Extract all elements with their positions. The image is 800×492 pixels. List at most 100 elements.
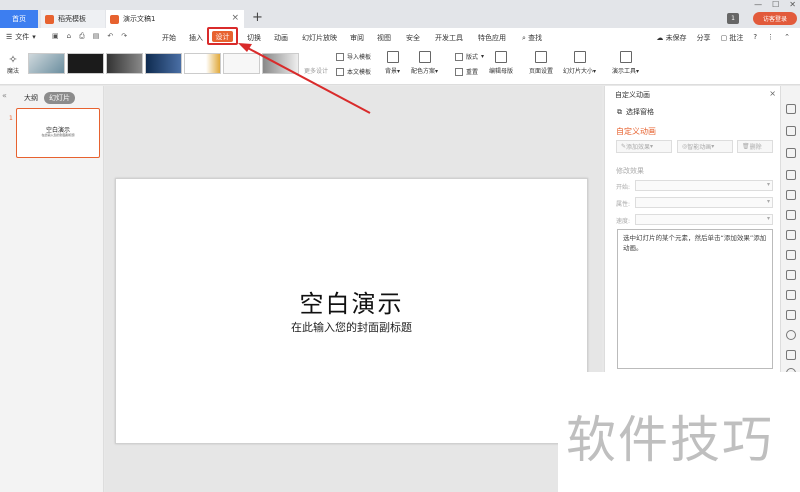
menu-start[interactable]: 开始 — [162, 33, 176, 43]
login-button[interactable]: 访客登录 — [753, 12, 797, 25]
delete-button[interactable]: 🗑 删除 — [737, 140, 773, 153]
print-preview-icon[interactable]: ▤ — [93, 32, 100, 41]
close-icon[interactable]: × — [231, 13, 239, 23]
menu-features[interactable]: 特色应用 — [478, 33, 506, 43]
new-tab-button[interactable]: + — [252, 10, 263, 25]
add-effect-button[interactable]: ✎ 添加效果 ▾ — [616, 140, 672, 153]
design-thumb[interactable] — [67, 53, 104, 74]
design-gallery — [28, 53, 299, 74]
design-thumb[interactable] — [223, 53, 260, 74]
window-controls: — ☐ ✕ — [754, 0, 796, 9]
import-template-button[interactable]: 导入模板 — [336, 52, 371, 61]
redo-icon[interactable]: ↷ — [121, 32, 127, 41]
slide[interactable]: 空白演示 在此输入您的封面副标题 — [115, 178, 588, 444]
circle-icon[interactable] — [786, 330, 796, 340]
select-pane-button[interactable]: ⧉ 选择窗格 — [617, 107, 654, 117]
slide-size-button[interactable]: 幻灯片大小▾ — [563, 51, 596, 75]
save-icon[interactable]: ▣ — [52, 32, 59, 41]
share-icon[interactable] — [786, 250, 796, 260]
file-menu[interactable]: ☰ 文件 ▾ — [6, 32, 36, 42]
tab-template-label: 稻壳模板 — [58, 15, 86, 23]
start-select[interactable] — [635, 180, 773, 191]
menu-animation[interactable]: 动画 — [274, 33, 288, 43]
tab-slides[interactable]: 幻灯片 — [44, 92, 75, 104]
design-thumb[interactable] — [106, 53, 143, 74]
layout-button[interactable]: 版式 ▾ — [455, 52, 484, 61]
color-scheme-button[interactable]: 配色方案▾ — [411, 51, 438, 75]
copy-icon[interactable] — [786, 126, 796, 136]
design-thumb[interactable] — [184, 53, 221, 74]
tab-outline[interactable]: 大纲 — [24, 93, 38, 103]
present-tools-button[interactable]: 演示工具▾ — [612, 51, 639, 75]
present-tools-label: 演示工具 — [612, 68, 637, 75]
star-icon[interactable] — [786, 104, 796, 114]
window-count-badge[interactable]: 1 — [727, 13, 739, 24]
ribbon: ✧ 魔法 更多设计 导入模板 本文模板 背景▾ 配色方案▾ 版式 ▾ 重置 编辑母… — [0, 47, 800, 85]
menu-view[interactable]: 视图 — [377, 33, 391, 43]
tab-home[interactable]: 首页 — [0, 10, 38, 28]
slide-thumbnail[interactable]: 空白演示 在此输入您的封面副标题 — [16, 108, 100, 158]
magic-wand-icon: ✧ — [8, 53, 18, 66]
menu-design[interactable]: 设计 — [212, 31, 233, 42]
help-icon[interactable]: ? — [753, 33, 757, 43]
adjust-icon[interactable] — [786, 210, 796, 220]
import-icon — [336, 52, 344, 61]
shape-icon[interactable] — [786, 148, 796, 158]
share-button[interactable]: 分享 — [697, 33, 711, 43]
list-icon[interactable] — [786, 290, 796, 300]
delete-label: 删除 — [749, 144, 762, 151]
unsaved-label: 未保存 — [665, 34, 687, 42]
reset-label: 重置 — [466, 69, 479, 76]
property-select[interactable] — [635, 197, 773, 208]
maximize-icon[interactable]: ☐ — [772, 0, 779, 9]
background-button[interactable]: 背景▾ — [385, 51, 400, 75]
comment-icon[interactable] — [786, 270, 796, 280]
menu-transition[interactable]: 切换 — [247, 33, 261, 43]
animation-list[interactable]: 选中幻灯片的某个元素，然后单击“添加效果”添加动画。 — [617, 229, 773, 369]
page-setup-button[interactable]: 页面设置 — [529, 51, 553, 75]
collapse-panel-icon[interactable]: « — [2, 91, 7, 100]
close-icon[interactable]: × — [769, 89, 776, 98]
close-window-icon[interactable]: ✕ — [789, 0, 796, 9]
tab-document[interactable]: 演示文稿1 × — [106, 10, 244, 28]
speed-select[interactable] — [635, 214, 773, 225]
page-setup-label: 页面设置 — [529, 68, 554, 75]
menu-slideshow[interactable]: 幻灯片放映 — [302, 33, 337, 43]
menu-insert[interactable]: 插入 — [189, 33, 203, 43]
history-icon[interactable] — [786, 350, 796, 360]
menu-developer[interactable]: 开发工具 — [435, 33, 463, 43]
unsaved-status[interactable]: ☁ 未保存 — [656, 33, 686, 43]
menu-find-label: 查找 — [528, 34, 543, 42]
more-design-button[interactable]: 更多设计 — [304, 66, 328, 75]
magic-button[interactable]: ✧ 魔法 — [4, 53, 22, 75]
design-thumb[interactable] — [28, 53, 65, 74]
menu-bar: ☰ 文件 ▾ ▣ ⌂ ⎙ ▤ ↶ ↷ 开始 插入 切换 动画 幻灯片放映 审阅 … — [0, 28, 800, 47]
design-thumb[interactable] — [262, 53, 299, 74]
watermark-text: 软件技巧 — [566, 411, 774, 469]
tab-home-label: 首页 — [12, 15, 26, 23]
slide-title[interactable]: 空白演示 — [116, 284, 587, 319]
tab-template[interactable]: 稻壳模板 — [41, 10, 105, 28]
minimize-icon[interactable]: — — [754, 0, 762, 9]
menu-review[interactable]: 审阅 — [350, 33, 364, 43]
audio-icon[interactable] — [786, 310, 796, 320]
edit-master-button[interactable]: 编辑母版 — [489, 51, 513, 75]
this-template-button[interactable]: 本文模板 — [336, 67, 371, 76]
comment-button[interactable]: ▢ 批注 — [721, 33, 744, 43]
more-icon[interactable]: ⋮ — [767, 33, 774, 43]
panel-title: 自定义动画 — [615, 91, 650, 99]
slide-subtitle[interactable]: 在此输入您的封面副标题 — [116, 319, 587, 335]
collapse-ribbon-icon[interactable]: ⌃ — [784, 33, 790, 43]
menu-security[interactable]: 安全 — [406, 33, 420, 43]
settings-icon[interactable] — [786, 170, 796, 180]
cut-icon[interactable] — [786, 230, 796, 240]
smart-animation-button[interactable]: ◎ 智能动画 ▾ — [677, 140, 733, 153]
reset-button[interactable]: 重置 — [455, 67, 478, 76]
print-icon[interactable]: ⎙ — [79, 32, 85, 41]
title-bar: 首页 稻壳模板 演示文稿1 × + 1 访客登录 — ☐ ✕ — [0, 0, 800, 28]
chart-icon[interactable] — [786, 190, 796, 200]
menu-find[interactable]: ⌕ 查找 — [522, 33, 542, 43]
undo-icon[interactable]: ↶ — [107, 32, 113, 41]
format-painter-icon[interactable]: ⌂ — [67, 32, 71, 41]
design-thumb[interactable] — [145, 53, 182, 74]
